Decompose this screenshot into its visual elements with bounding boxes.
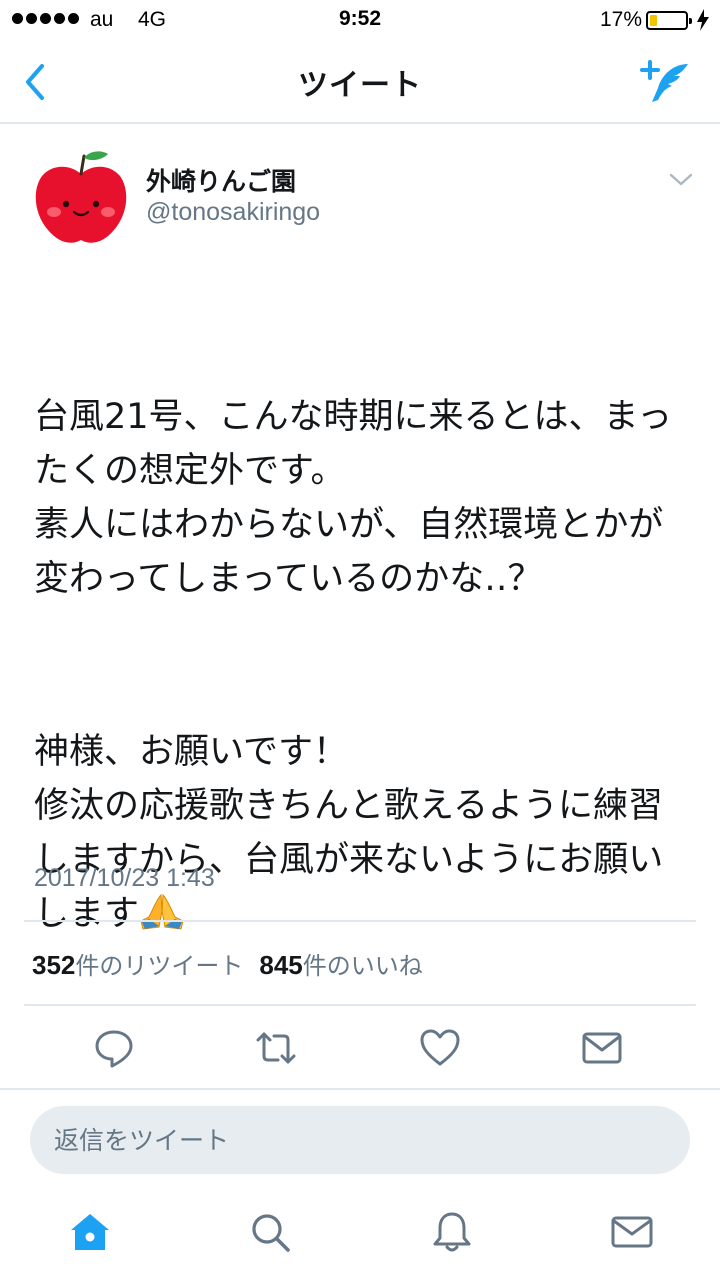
- folded-hands-emoji-icon: [140, 893, 184, 930]
- reply-icon[interactable]: [92, 1026, 136, 1070]
- user-display-name[interactable]: 外崎りんご園: [146, 162, 296, 198]
- battery-percent: 17%: [600, 8, 643, 31]
- battery-icon: [646, 11, 692, 30]
- engagement-stats: 352件のリツイート 845件のいいね: [32, 946, 423, 981]
- tweet-timestamp: 2017/10/23 1:43: [34, 864, 215, 892]
- retweet-count: 352: [32, 950, 76, 980]
- compose-tweet-icon[interactable]: [636, 56, 692, 108]
- reply-input[interactable]: [30, 1106, 690, 1174]
- charging-bolt-icon: [697, 9, 709, 31]
- apple-avatar-icon[interactable]: [30, 146, 132, 248]
- like-icon[interactable]: [418, 1026, 462, 1070]
- home-icon[interactable]: [68, 1210, 112, 1254]
- divider: [24, 920, 696, 922]
- tweet-paragraph: 台風21号、こんな時期に来るとは、まったくの想定外です。 素人にはわからないが、…: [34, 397, 673, 599]
- like-label: 件のいいね: [302, 952, 423, 980]
- like-stat[interactable]: 845件のいいね: [259, 950, 423, 980]
- chevron-down-icon[interactable]: [666, 164, 696, 194]
- notifications-icon[interactable]: [430, 1210, 474, 1254]
- retweet-icon[interactable]: [254, 1026, 298, 1070]
- tab-bar: [0, 1190, 720, 1280]
- navigation-bar: ツイート: [0, 40, 720, 124]
- status-bar: au 4G 9:52 17%: [0, 0, 720, 40]
- user-handle[interactable]: @tonosakiringo: [146, 198, 320, 227]
- reply-bar: [0, 1088, 720, 1190]
- retweet-stat[interactable]: 352件のリツイート: [32, 950, 244, 980]
- search-icon[interactable]: [248, 1210, 292, 1254]
- like-count: 845: [259, 950, 303, 980]
- messages-icon[interactable]: [610, 1210, 654, 1254]
- tweet-paragraph: 神様、お願いです！ 修汰の応援歌きちんと歌えるように練習しますから、台風が来ない…: [34, 725, 690, 941]
- message-icon[interactable]: [580, 1026, 624, 1070]
- retweet-label: 件のリツイート: [75, 952, 244, 980]
- page-title: ツイート: [298, 68, 422, 103]
- divider: [24, 1004, 696, 1006]
- tweet-paragraph-text: 神様、お願いです！ 修汰の応援歌きちんと歌えるように練習しますから、台風が来ない…: [34, 732, 664, 934]
